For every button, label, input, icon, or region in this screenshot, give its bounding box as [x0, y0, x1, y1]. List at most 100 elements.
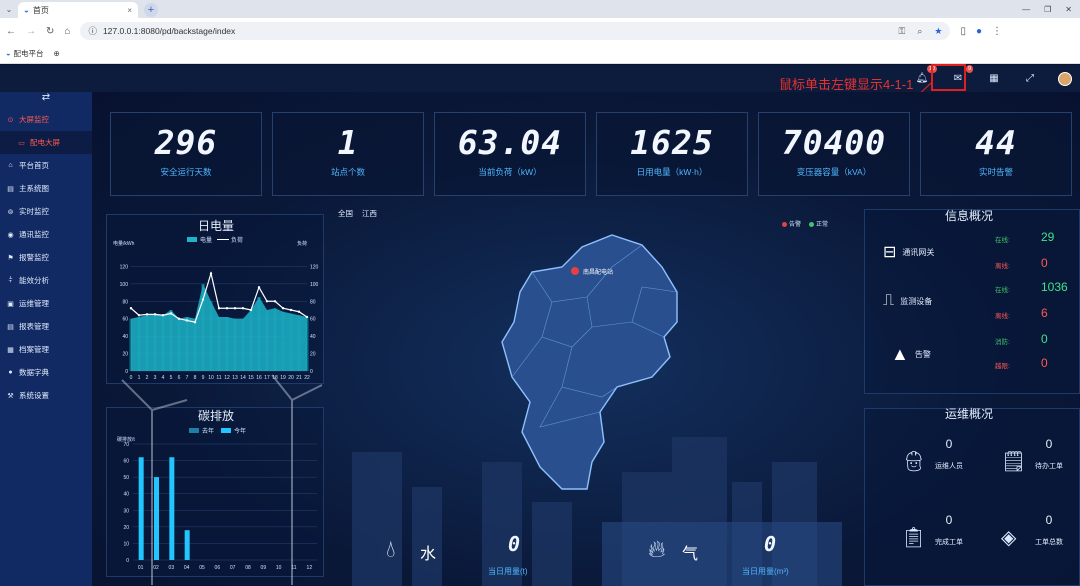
- device-online-value: 1036: [1041, 280, 1068, 294]
- address-bar[interactable]: ⓘ 127.0.0.1:8080/pd/backstage/index ⚿ ⌕ …: [80, 22, 951, 40]
- station-marker-icon[interactable]: [571, 267, 579, 275]
- menu-icon[interactable]: ⋮: [992, 26, 1002, 37]
- globe-icon[interactable]: ⊕: [54, 49, 60, 58]
- wrench-icon: ⚒: [7, 392, 14, 400]
- load-point: [137, 314, 141, 317]
- maximize-icon[interactable]: ❐: [1044, 5, 1051, 14]
- bookmarks-bar: ◒ 配电平台 ⊕: [0, 44, 1080, 64]
- kpi-value: 296: [154, 123, 218, 162]
- info-panel: 信息概况 ⊟ 通讯网关 在线: 29 离线: 0 ⎍ 监测设备 在线: 1036…: [864, 209, 1080, 394]
- alarm-over-value: 0: [1041, 356, 1048, 370]
- sidebar-item[interactable]: ⚑ 报警监控: [0, 246, 92, 269]
- kpi-label: 站点个数: [330, 167, 365, 177]
- close-window-icon[interactable]: ✕: [1065, 5, 1072, 14]
- favicon-icon: ◒: [24, 5, 29, 15]
- province-label[interactable]: 江西: [362, 208, 377, 219]
- load-point: [305, 315, 309, 319]
- kpi-card: 44 实时告警: [920, 112, 1072, 196]
- y-tick-label-right: 100: [310, 282, 319, 288]
- bookmark-favicon-icon: ◒: [6, 49, 11, 58]
- sidebar-item[interactable]: ⌂ 平台首页: [0, 154, 92, 177]
- device-offline-value: 6: [1041, 306, 1048, 320]
- sidebar-item-label: 数据字典: [19, 368, 49, 377]
- zoom-icon[interactable]: ⌕: [917, 26, 922, 37]
- device-online-label: 在线:: [995, 287, 1010, 294]
- forward-icon[interactable]: →: [26, 26, 36, 37]
- energy-bar: [177, 318, 181, 371]
- alarm-over-label: 越限:: [995, 363, 1010, 370]
- sidebar-item-label: 大屏监控: [19, 115, 49, 124]
- legend-swatch: [187, 237, 197, 242]
- legend-normal: 正常: [809, 219, 828, 228]
- bookmark-item[interactable]: ◒ 配电平台: [6, 48, 44, 59]
- sidebar-item[interactable]: ⫩ 能效分析: [0, 269, 92, 292]
- y-tick-label: 120: [120, 264, 129, 270]
- sidebar-item[interactable]: ▦ 档案管理: [0, 338, 92, 361]
- gas-label: 气: [682, 546, 699, 563]
- device-label: 监测设备: [900, 296, 933, 306]
- reload-icon[interactable]: ↻: [46, 26, 54, 37]
- sidebar-item[interactable]: ▤ 报表管理: [0, 315, 92, 338]
- ops-item[interactable]: 0 待办工单: [1035, 437, 1063, 471]
- fullscreen-icon[interactable]: ⤢: [1022, 71, 1038, 87]
- ops-item[interactable]: 0 完成工单: [935, 513, 963, 547]
- sidebar-item-label: 报警监控: [19, 253, 49, 262]
- browser-tab-bar: ⌄ ◒ 首页 × + — ❐ ✕: [0, 0, 1080, 18]
- sidebar: ⇄ ⊙ 大屏监控 ▭ 配电大屏 ⌂ 平台首页 ▤ 主系统图 ⊚ 实时监控 ◉ 通讯监控 ⚑ 报警监控 ⫩ 能效…: [0, 92, 92, 586]
- sidebar-item[interactable]: ⊚ 实时监控: [0, 200, 92, 223]
- new-tab-button[interactable]: +: [144, 3, 158, 17]
- sidebar-item[interactable]: ⚒ 系统设置: [0, 384, 92, 407]
- sidebar-item[interactable]: ▭ 配电大屏: [0, 131, 92, 154]
- ops-label: 运维人员: [935, 463, 963, 470]
- load-point: [193, 321, 197, 324]
- dashboard: 296 安全运行天数 1 站点个数 63.04 当前负荷（kW） 1625 日用电量（kW·h…: [92, 92, 1080, 586]
- home-icon[interactable]: ⌂: [64, 26, 70, 37]
- password-key-icon[interactable]: ⚿: [898, 26, 905, 37]
- side-panel-icon[interactable]: ▯: [960, 26, 966, 37]
- sidebar-item[interactable]: ▣ 运维管理: [0, 292, 92, 315]
- sidebar-item[interactable]: ▤ 主系统图: [0, 177, 92, 200]
- kpi-value: 63.04: [457, 123, 563, 162]
- close-tab-icon[interactable]: ×: [127, 6, 132, 15]
- bookmark-star-icon[interactable]: ★: [934, 26, 942, 37]
- gateway-row: ⊟ 通讯网关: [883, 242, 934, 262]
- chart-title: 日电量: [198, 219, 234, 233]
- back-icon[interactable]: ←: [6, 26, 16, 37]
- bookmark-label: 配电平台: [13, 49, 44, 58]
- sidebar-item[interactable]: ◉ 通讯监控: [0, 223, 92, 246]
- tab-list-button[interactable]: ⌄: [0, 0, 18, 18]
- kpi-value: 1625: [630, 123, 714, 162]
- alarm-row: ▲ 告警: [891, 344, 931, 365]
- energy-bar: [297, 315, 301, 371]
- table-icon[interactable]: ▦: [986, 71, 1002, 87]
- load-point: [169, 312, 173, 315]
- comm-icon: ◉: [7, 231, 14, 239]
- energy-bar: [225, 316, 229, 371]
- region-label[interactable]: 全国: [338, 208, 353, 219]
- energy-bar: [281, 311, 285, 371]
- ops-item[interactable]: 0 运维人员: [935, 437, 963, 471]
- ops-item[interactable]: 0 工单总数: [1035, 513, 1063, 547]
- warning-icon: ▲: [891, 344, 909, 364]
- avatar[interactable]: [1058, 71, 1072, 86]
- sidebar-item-label: 平台首页: [19, 161, 49, 170]
- sidebar-item-label: 实时监控: [19, 207, 49, 216]
- sidebar-item[interactable]: ⊙ 大屏监控: [0, 108, 92, 131]
- minimize-icon[interactable]: —: [1022, 5, 1030, 14]
- sidebar-item[interactable]: ● 数据字典: [0, 361, 92, 384]
- sidebar-toggle-icon[interactable]: ⇄: [0, 92, 92, 108]
- jiangxi-map[interactable]: 南昌配电站: [492, 227, 692, 497]
- sidebar-item-label: 配电大屏: [30, 138, 60, 147]
- energy-bar: [169, 310, 173, 371]
- kpi-label: 当前负荷（kW）: [478, 167, 542, 177]
- browser-tab[interactable]: ◒ 首页 ×: [18, 2, 138, 18]
- energy-bar: [145, 315, 149, 371]
- ops-label: 工单总数: [1035, 539, 1063, 546]
- profile-icon[interactable]: ●: [976, 26, 982, 37]
- sidebar-item-label: 系统设置: [19, 391, 49, 400]
- site-info-icon[interactable]: ⓘ: [88, 25, 97, 37]
- annotation-text: 鼠标单击左键显示4-1-1: [779, 77, 914, 92]
- kpi-card: 1 站点个数: [272, 112, 424, 196]
- load-point: [177, 317, 181, 320]
- utility-bar: 💧︎ 水 0 当日用量(t) 🔥︎ 气 0 当日用量(m³): [340, 512, 880, 586]
